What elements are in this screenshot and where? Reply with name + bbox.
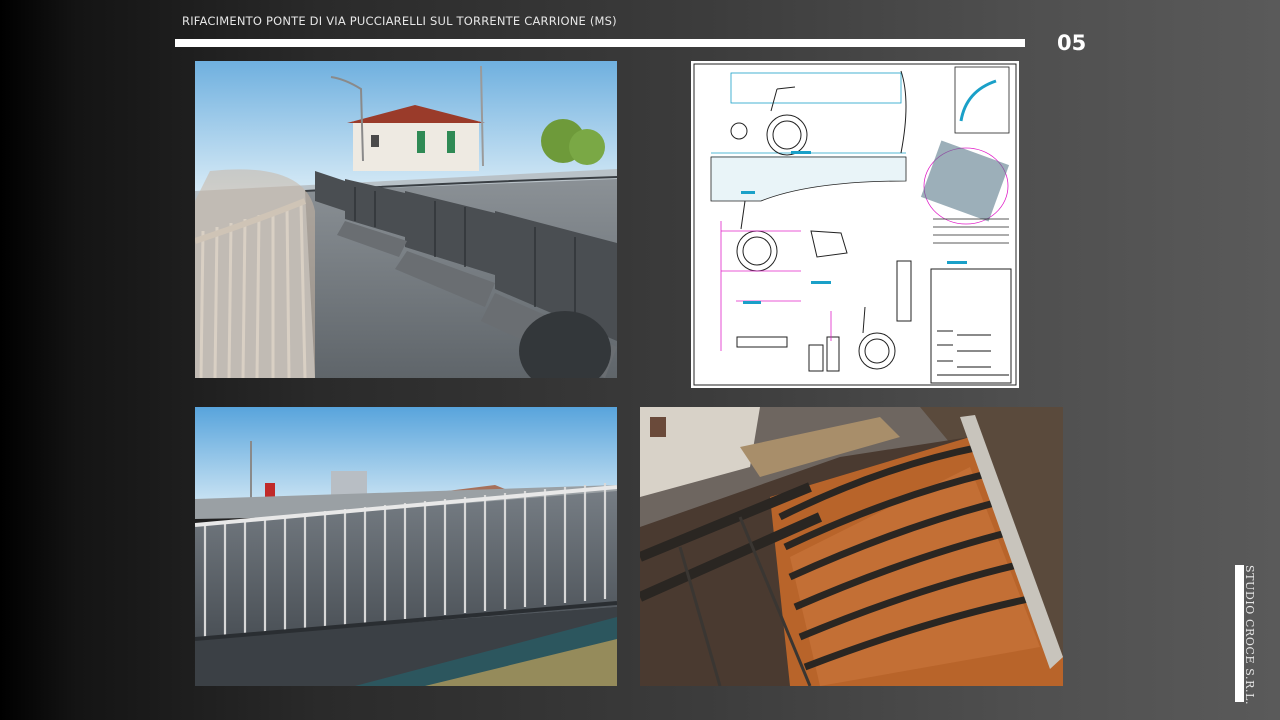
page-number: 05 [1057,31,1087,55]
technical-drawing [691,61,1019,388]
photo-steel-structure [640,407,1063,686]
title-underline [175,39,1025,47]
photo-bridge-railing [195,407,617,686]
slide-title: RIFACIMENTO PONTE DI VIA PUCCIARELLI SUL… [182,14,617,28]
photo-bridge-benches [195,61,617,378]
studio-name: STUDIO CROCE S.R.L. [1243,565,1256,706]
